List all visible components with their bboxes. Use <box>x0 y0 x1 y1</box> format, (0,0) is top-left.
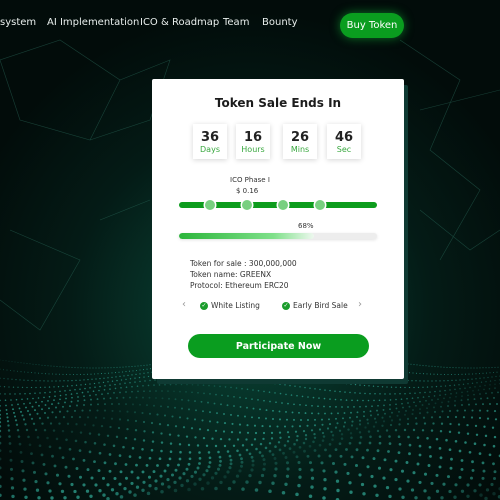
participate-button[interactable]: Participate Now <box>188 334 369 358</box>
phase-marker[interactable] <box>205 200 215 210</box>
progress-fill <box>179 233 314 239</box>
countdown-value: 26 <box>290 130 310 145</box>
feature-item: ✓ White Listing <box>200 301 260 310</box>
feature-label: Early Bird Sale <box>293 301 348 310</box>
countdown-unit: Sec <box>336 145 352 154</box>
card-title: Token Sale Ends In <box>214 96 342 110</box>
countdown-unit: Days <box>200 145 220 154</box>
buy-token-button[interactable]: Buy Token <box>340 13 404 38</box>
token-sale-card: Token Sale Ends In 36 Days 16 Hours 26 M… <box>152 79 404 379</box>
top-nav: system AI Implementation ICO & Roadmap T… <box>0 0 500 50</box>
feature-item: ✓ Early Bird Sale <box>282 301 348 310</box>
countdown-value: 16 <box>243 130 263 145</box>
progress-percent: 68% <box>298 222 314 230</box>
nav-item-ai-implementation[interactable]: AI Implementation <box>47 17 139 28</box>
countdown-mins: 26 Mins <box>283 124 317 159</box>
countdown-value: 36 <box>200 130 220 145</box>
countdown-days: 36 Days <box>193 124 227 159</box>
info-token-name: Token name: GREENX <box>190 270 272 279</box>
chevron-right-icon[interactable]: › <box>358 299 362 310</box>
countdown-value: 46 <box>334 130 354 145</box>
nav-item-bounty[interactable]: Bounty <box>262 17 298 28</box>
countdown-unit: Mins <box>290 145 310 154</box>
nav-item-ico-roadmap[interactable]: ICO & Roadmap <box>140 17 219 28</box>
countdown-unit: Hours <box>241 145 265 154</box>
check-circle-icon: ✓ <box>282 301 290 310</box>
countdown-hours: 16 Hours <box>236 124 270 159</box>
phase-price: $ 0.16 <box>236 187 259 195</box>
check-circle-icon: ✓ <box>200 301 208 310</box>
info-token-sale: Token for sale : 300,000,000 <box>190 259 297 268</box>
nav-item-team[interactable]: Team <box>223 17 249 28</box>
info-protocol: Protocol: Ethereum ERC20 <box>190 281 289 290</box>
feature-carousel: ‹ ✓ White Listing ✓ Early Bird Sale › <box>152 299 404 315</box>
phase-marker[interactable] <box>278 200 288 210</box>
chevron-left-icon[interactable]: ‹ <box>182 299 186 310</box>
feature-label: White Listing <box>211 301 260 310</box>
progress-bar <box>179 233 377 239</box>
nav-item-system[interactable]: system <box>0 17 36 28</box>
phase-marker[interactable] <box>315 200 325 210</box>
phase-marker[interactable] <box>242 200 252 210</box>
phase-label: ICO Phase I <box>230 176 270 184</box>
countdown-secs: 46 Sec <box>327 124 361 159</box>
